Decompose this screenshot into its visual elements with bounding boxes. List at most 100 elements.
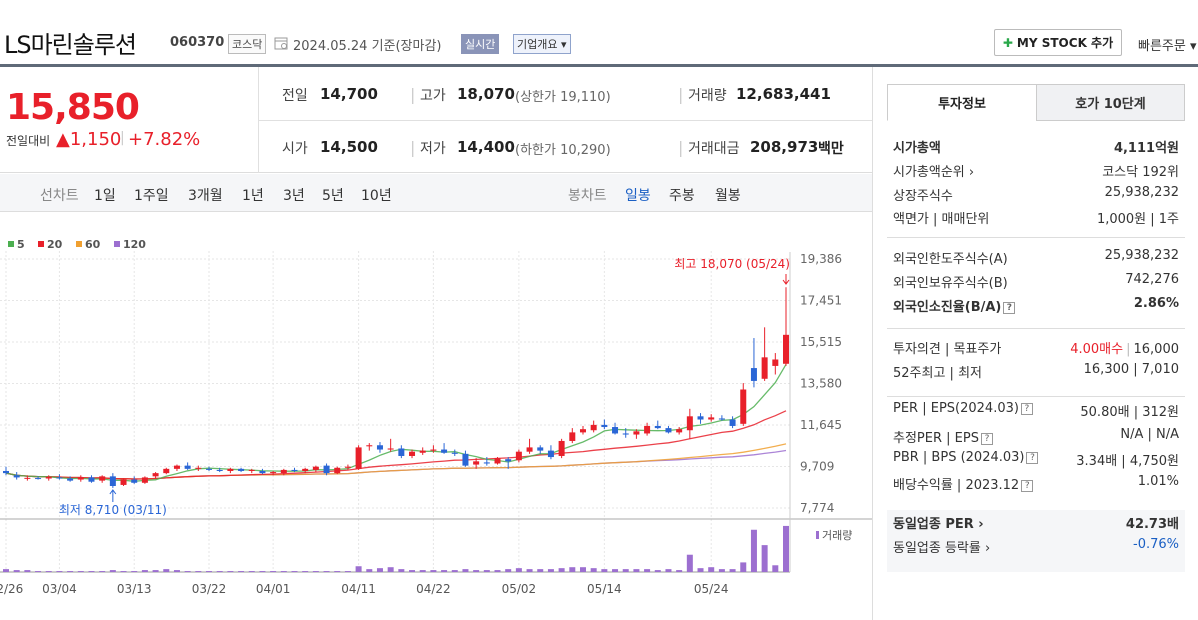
period-5y[interactable]: 5년 [322, 185, 344, 205]
target-price: 16,000 [1133, 342, 1180, 357]
volume-bar [163, 569, 170, 572]
y-tick-label: 15,515 [800, 335, 842, 349]
candle-body [633, 431, 640, 435]
volume-bar [750, 529, 757, 572]
volume-bar [88, 571, 95, 572]
x-tick-label: 05/02 [502, 582, 537, 596]
volume-bar [141, 570, 148, 572]
realtime-button[interactable]: 실시간 [461, 34, 500, 54]
company-overview-dropdown[interactable]: 기업개요 ▾ [513, 34, 571, 54]
help-icon[interactable]: ? [1003, 301, 1016, 314]
base-date: 2024.05.24 기준(장마감) [293, 39, 442, 54]
candle-body [697, 416, 704, 420]
info-key[interactable]: 동일업종 PER › [893, 513, 984, 532]
info-row: 상장주식수 25,938,232 [893, 185, 1179, 205]
candle-body [56, 477, 63, 479]
candle-body [708, 417, 715, 420]
candle-body [173, 465, 180, 469]
stock-chart[interactable]: 19,386 17,451 15,515 13,580 11,645 9,709 7,774… [0, 212, 872, 620]
volume-bar [99, 571, 106, 572]
help-icon[interactable]: ? [1026, 451, 1039, 464]
legend-swatch [76, 241, 82, 247]
low-label: 저가 [420, 141, 446, 157]
divider: | [678, 138, 684, 157]
high-label: 고가 [420, 88, 446, 104]
candle-body [772, 359, 779, 366]
candle-body [483, 462, 490, 464]
candle-body [227, 468, 234, 471]
tab-orderbook[interactable]: 호가 10단계 [1036, 84, 1185, 121]
candle-body [430, 449, 437, 451]
period-3y[interactable]: 3년 [283, 185, 305, 205]
volume-bar [109, 570, 116, 572]
price-panel: 15,850 전일대비 ▲1,150 | +7.82% 전일 14,700 | … [0, 67, 872, 173]
x-tick-label: 03/22 [192, 582, 227, 596]
candle-body [441, 449, 448, 453]
candle-body [665, 428, 672, 433]
volume-bar [772, 565, 779, 572]
help-icon[interactable]: ? [1020, 402, 1033, 415]
candle-body [612, 427, 619, 434]
info-value: 1.01% [1137, 474, 1179, 489]
separator: | [1126, 342, 1131, 357]
legend-label: 5 [17, 238, 25, 251]
volume-bar [654, 570, 661, 572]
info-value: 코스닥 192위 [1102, 165, 1179, 180]
info-row: 시가총액 4,111억원 [893, 137, 1179, 157]
info-value: 50.80배 | 312원 [1080, 405, 1179, 420]
info-row: 외국인한도주식수(A) 25,938,232 [893, 248, 1179, 268]
volume-bar [515, 568, 522, 572]
amount-value: 208,973 [750, 138, 819, 156]
candle-body [654, 425, 661, 429]
volume-bar [344, 571, 351, 572]
my-stock-add-button[interactable]: ✚ MY STOCK 추가 [994, 29, 1122, 56]
section-divider [887, 237, 1185, 238]
info-key[interactable]: 시가총액순위 › [893, 161, 974, 180]
moving-average-line [5, 364, 787, 482]
volume-bar [686, 554, 693, 572]
info-value: 25,938,232 [1104, 185, 1179, 200]
volume-bar [131, 571, 138, 572]
volume-bar [45, 571, 52, 572]
volume-bar [708, 567, 715, 572]
volume-bar [238, 571, 245, 572]
volume-bar [152, 570, 159, 572]
candle-body [141, 477, 148, 483]
period-1d[interactable]: 1일 [94, 185, 116, 205]
section-divider [887, 328, 1185, 329]
candle-body [45, 476, 52, 479]
info-row: 투자의견 | 목표주가 4.00매수 | 16,000 [893, 338, 1179, 358]
period-1y[interactable]: 1년 [242, 185, 264, 205]
info-row: 액면가 | 매매단위 1,000원 | 1주 [893, 208, 1179, 228]
volume-legend-swatch [816, 531, 819, 539]
period-1w[interactable]: 1주일 [134, 185, 169, 205]
volume-bar [334, 571, 341, 572]
volume-bar [783, 525, 789, 572]
candle-monthly[interactable]: 월봉 [715, 185, 741, 205]
volume-bar [376, 568, 383, 572]
period-3m[interactable]: 3개월 [188, 185, 223, 205]
volume-bar [547, 569, 554, 572]
volume-bar [729, 569, 736, 572]
candle-daily[interactable]: 일봉 [625, 185, 651, 205]
legend-swatch [38, 241, 44, 247]
volume-bar [451, 570, 458, 572]
legend-swatch [114, 241, 120, 247]
help-icon[interactable]: ? [1021, 479, 1034, 492]
help-icon[interactable]: ? [980, 432, 993, 445]
info-key[interactable]: 동일업종 등락률 › [893, 537, 990, 556]
x-tick-label: 02/26 [0, 582, 23, 596]
quick-order-dropdown[interactable]: 빠른주문 ▾ [1138, 35, 1197, 54]
period-10y[interactable]: 10년 [361, 185, 392, 205]
candlestick-chart[interactable]: 19,386 17,451 15,515 13,580 11,645 9,709 7,774… [0, 212, 872, 620]
volume-bar [718, 569, 725, 572]
info-value: 1,000원 | 1주 [1096, 212, 1179, 227]
candle-body [67, 478, 74, 481]
open-value: 14,500 [320, 138, 378, 156]
candle-body [152, 473, 159, 477]
candle-weekly[interactable]: 주봉 [669, 185, 695, 205]
y-tick-label: 9,709 [800, 460, 834, 474]
volume-bar [206, 571, 213, 572]
tab-investment-info[interactable]: 투자정보 [887, 84, 1037, 121]
line-chart-label: 선차트 [40, 188, 79, 204]
